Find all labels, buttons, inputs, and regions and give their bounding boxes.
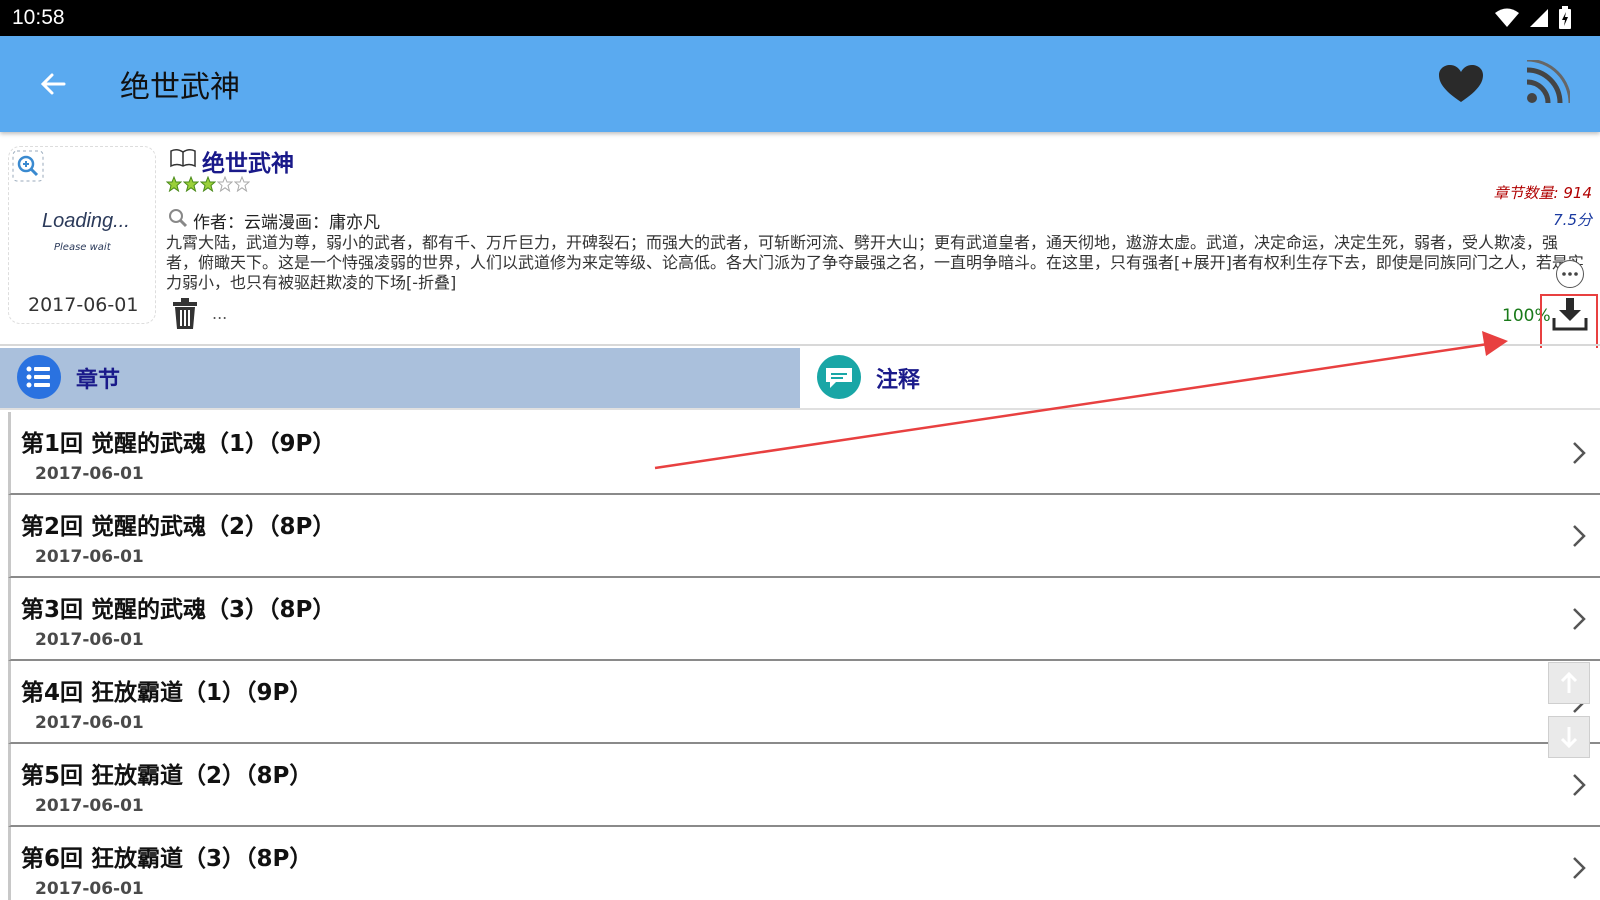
chat-bubble-icon — [817, 355, 861, 399]
info-divider — [0, 344, 1600, 346]
heart-icon — [1439, 65, 1483, 102]
book-score: 7.5分 — [1553, 211, 1592, 229]
zoom-button[interactable] — [12, 150, 44, 182]
app-title: 绝世武神 — [120, 70, 240, 105]
back-button[interactable] — [36, 66, 72, 102]
chevron-right-icon — [1573, 442, 1586, 464]
chapter-date: 2017-06-01 — [35, 464, 144, 484]
zoom-in-icon — [12, 150, 44, 182]
star-empty-icon — [234, 176, 250, 192]
tab-chapters-label: 章节 — [76, 368, 121, 393]
delete-button[interactable] — [172, 298, 198, 330]
book-description[interactable]: 九霄大陆，武道为尊，弱小的武者，都有千、万斤巨力，开碑裂石；而强大的武者，可斩断… — [166, 233, 1586, 293]
chapter-date: 2017-06-01 — [35, 630, 144, 650]
book-author[interactable]: 作者：云端漫画：庸亦凡 — [193, 208, 380, 233]
chapter-date: 2017-06-01 — [35, 547, 144, 567]
wifi-icon — [1495, 8, 1519, 27]
more-icon — [1562, 272, 1578, 276]
scroll-down-button[interactable] — [1548, 716, 1590, 758]
cover-date: 2017-06-01 — [28, 294, 139, 316]
status-time: 10:58 — [12, 6, 65, 29]
chevron-right-icon — [1573, 857, 1586, 879]
favorite-button[interactable] — [1438, 64, 1484, 104]
battery-icon — [1559, 6, 1571, 29]
status-bar: 10:58 — [0, 0, 1600, 36]
chapter-count: 章节数量: 914 — [1493, 184, 1592, 202]
more-text[interactable]: ... — [212, 304, 227, 323]
chapter-row[interactable]: 第3回 觉醒的武魂（3）（8P） 2017-06-01 — [8, 578, 1600, 661]
open-book-icon — [170, 148, 196, 168]
arrow-left-icon — [40, 73, 66, 95]
chapter-date: 2017-06-01 — [35, 879, 144, 899]
chapter-title: 第3回 觉醒的武魂（3）（8P） — [21, 597, 336, 623]
chevron-right-icon — [1573, 774, 1586, 796]
status-icons — [1494, 6, 1572, 30]
star-empty-icon — [217, 176, 233, 192]
chapter-date: 2017-06-01 — [35, 796, 144, 816]
chapter-row[interactable]: 第4回 狂放霸道（1）（9P） 2017-06-01 — [8, 661, 1600, 744]
trash-icon — [173, 298, 197, 329]
chapter-row[interactable]: 第6回 狂放霸道（3）（8P） 2017-06-01 — [8, 827, 1600, 900]
chapter-title: 第5回 狂放霸道（2）（8P） — [21, 763, 313, 789]
star-filled-icon — [183, 176, 199, 192]
rss-button[interactable] — [1524, 58, 1572, 106]
tab-notes[interactable]: 注释 — [800, 348, 1600, 408]
star-filled-icon — [200, 176, 216, 192]
list-icon — [17, 355, 61, 399]
tab-notes-label: 注释 — [876, 368, 921, 393]
tabs-divider — [0, 408, 1600, 410]
chapter-title: 第2回 觉醒的武魂（2）（8P） — [21, 514, 336, 540]
cover-please-wait: Please wait — [54, 242, 111, 253]
chapter-title: 第4回 狂放霸道（1）（9P） — [21, 680, 313, 706]
chevron-right-icon — [1573, 525, 1586, 547]
chapter-row[interactable]: 第5回 狂放霸道（2）（8P） 2017-06-01 — [8, 744, 1600, 827]
chapter-title: 第6回 狂放霸道（3）（8P） — [21, 846, 313, 872]
book-title: 绝世武神 — [202, 151, 294, 177]
more-button[interactable] — [1556, 260, 1584, 288]
app-bar: 绝世武神 — [0, 36, 1600, 132]
chapter-row[interactable]: 第2回 觉醒的武魂（2）（8P） 2017-06-01 — [8, 495, 1600, 578]
scroll-up-button[interactable] — [1548, 662, 1590, 704]
chapter-title: 第1回 觉醒的武魂（1）（9P） — [21, 431, 336, 457]
chevron-right-icon — [1573, 608, 1586, 630]
arrow-up-icon — [1560, 671, 1578, 693]
star-filled-icon — [166, 176, 182, 192]
rating-stars — [166, 176, 250, 192]
chapter-date: 2017-06-01 — [35, 713, 144, 733]
arrow-down-icon — [1560, 727, 1578, 749]
signal-icon — [1530, 9, 1548, 27]
chapter-row[interactable]: 第1回 觉醒的武魂（1）（9P） 2017-06-01 — [8, 412, 1600, 495]
rss-icon — [1526, 58, 1572, 104]
search-icon — [169, 209, 188, 228]
chapter-list: 第1回 觉醒的武魂（1）（9P） 2017-06-01 第2回 觉醒的武魂（2）… — [0, 412, 1600, 900]
tab-chapters[interactable]: 章节 — [0, 348, 800, 408]
cover-loading-text: Loading... — [42, 210, 130, 232]
